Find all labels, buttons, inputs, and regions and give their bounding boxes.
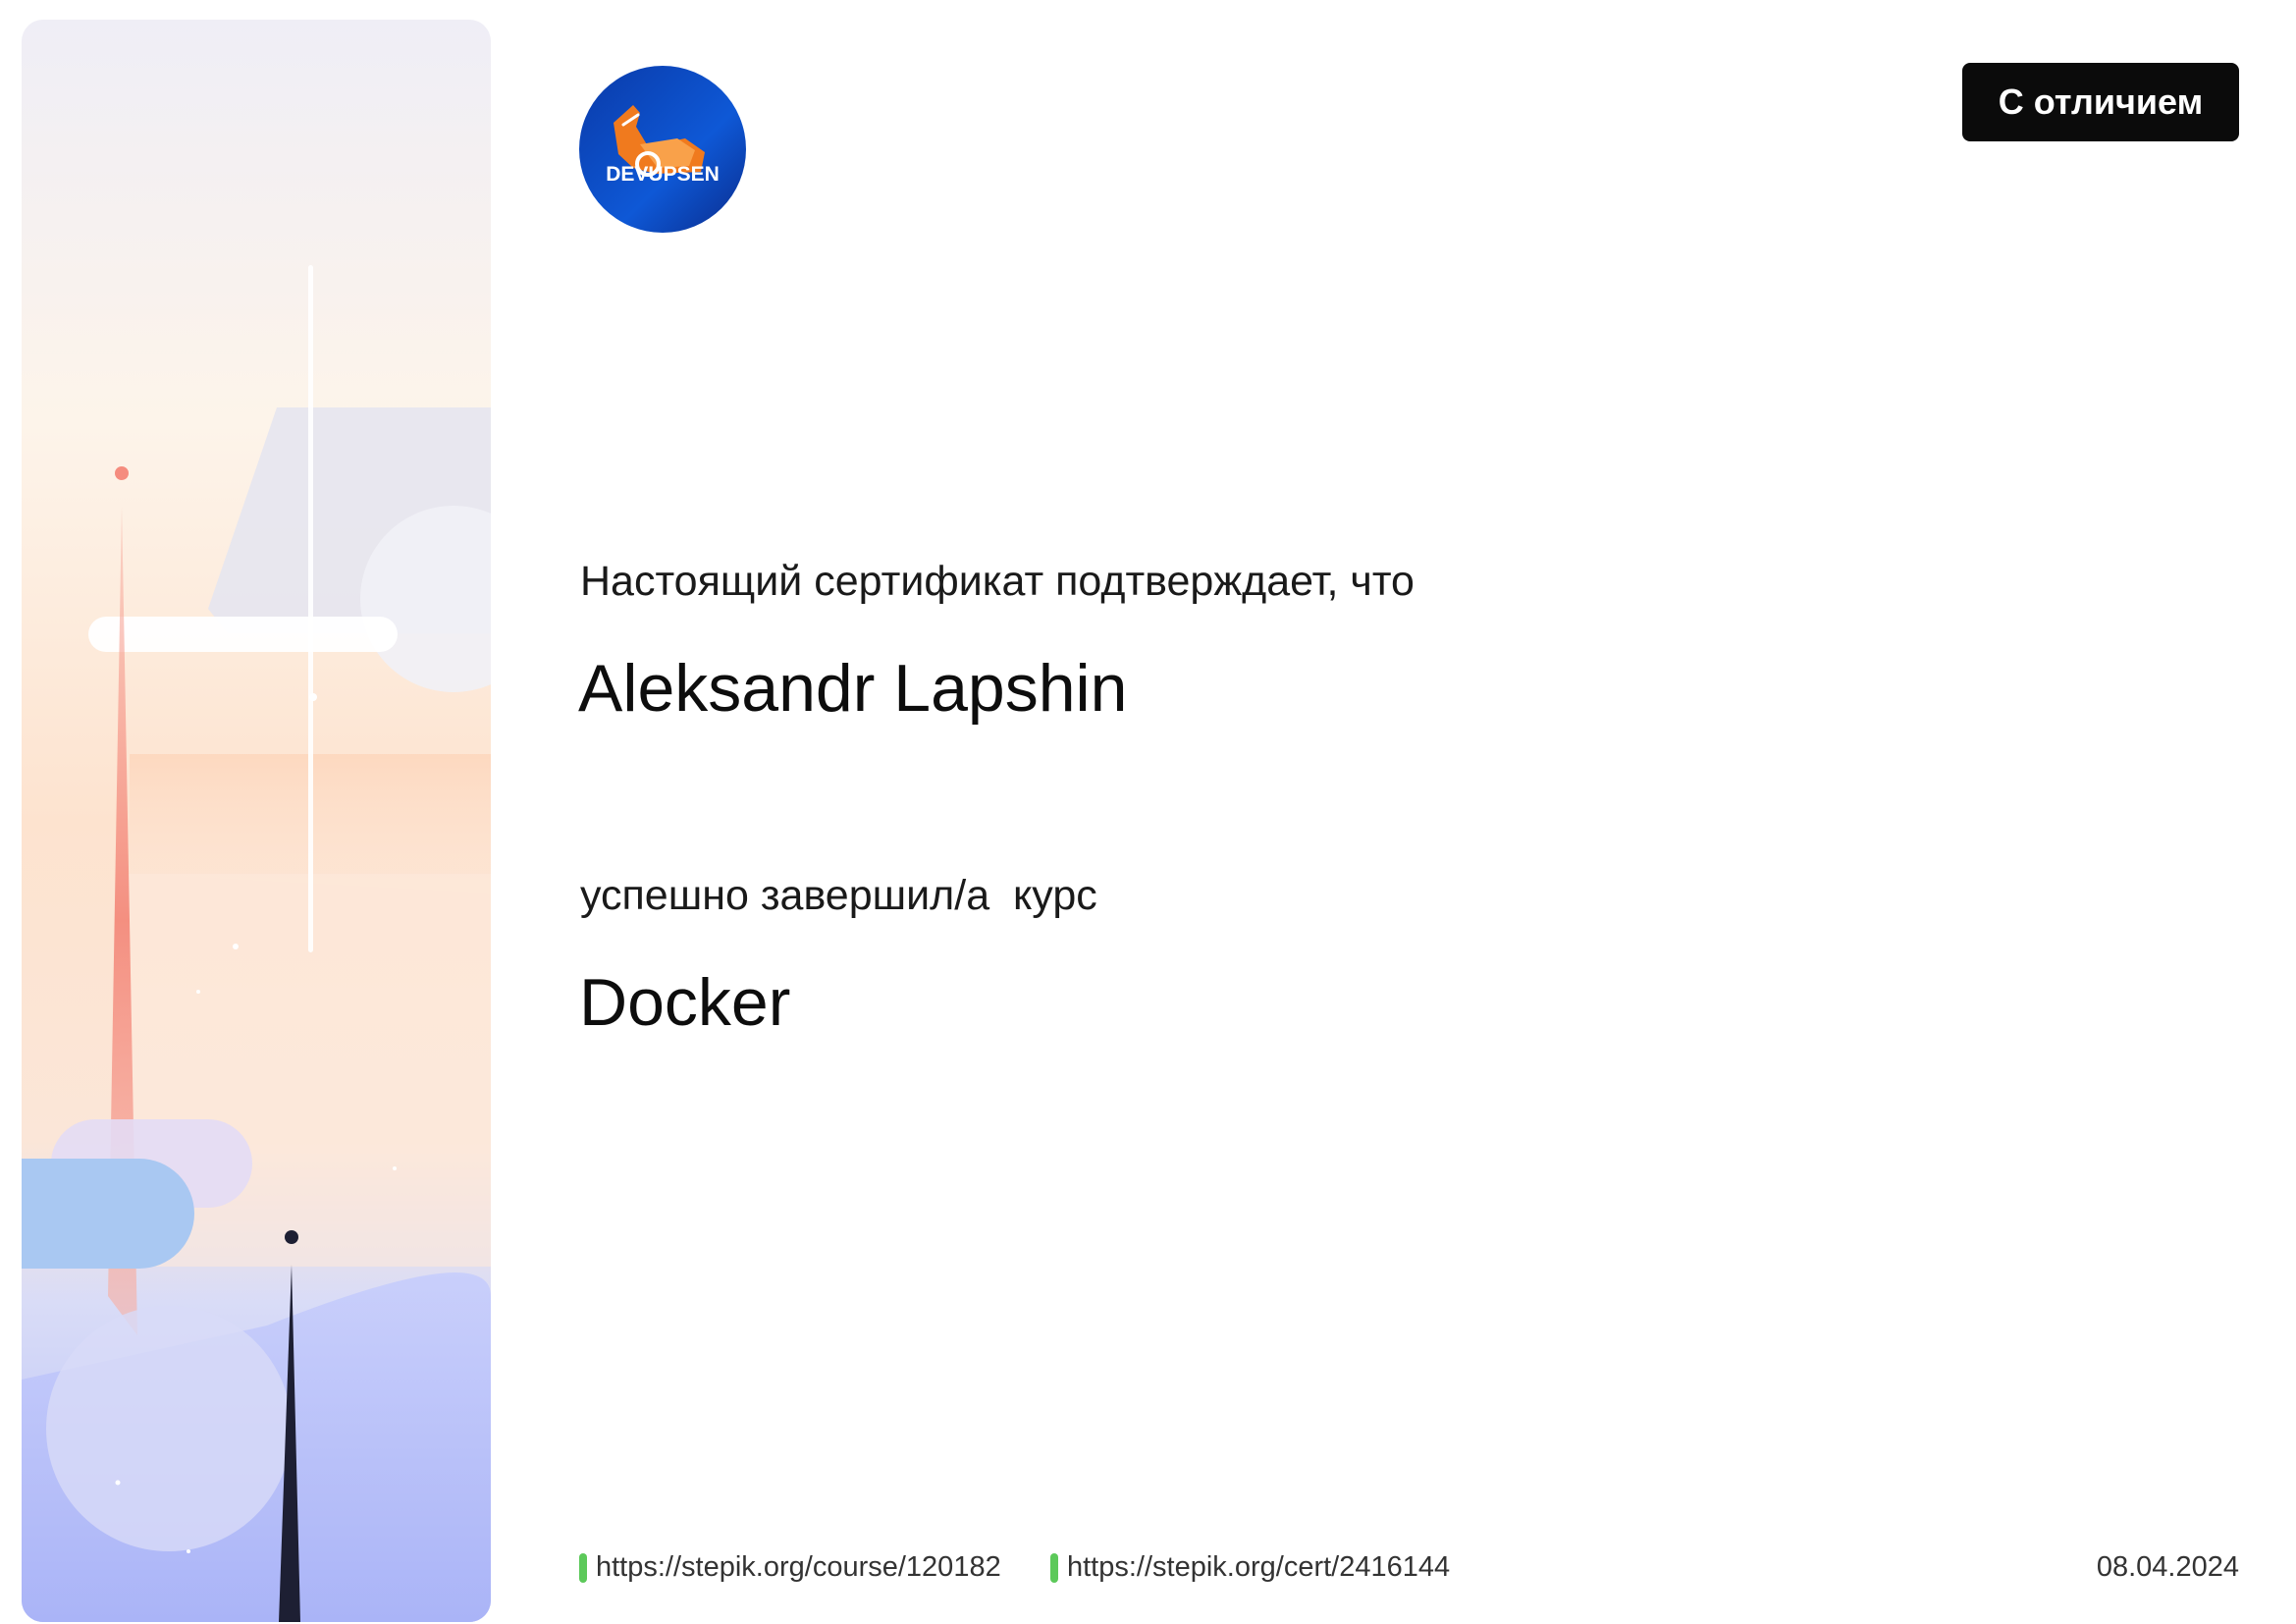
recipient-name: Aleksandr Lapshin [578, 651, 1128, 726]
distinction-badge: С отличием [1962, 63, 2239, 141]
link-marker [1050, 1552, 1058, 1583]
certificate-footer: https://stepik.org/course/120182 https:/… [579, 1551, 2239, 1591]
decorative-side-panel [22, 20, 491, 1622]
certificate-link-text[interactable]: https://stepik.org/cert/2416144 [1067, 1551, 1450, 1584]
completion-text: успешно завершил/а курс [580, 872, 1097, 919]
course-name: Docker [579, 965, 791, 1040]
certificate-statement: Настоящий сертификат подтверждает, что [580, 558, 1415, 605]
devupsen-logo: DEVUPSEN [579, 66, 746, 233]
certificate-link[interactable]: https://stepik.org/cert/2416144 [1050, 1551, 1450, 1584]
course-link-text[interactable]: https://stepik.org/course/120182 [596, 1551, 1001, 1584]
abstract-illustration [22, 20, 491, 1622]
logo-text: DEVUPSEN [606, 163, 720, 186]
issue-date: 08.04.2024 [2096, 1551, 2239, 1583]
link-marker [579, 1552, 587, 1583]
course-link[interactable]: https://stepik.org/course/120182 [579, 1551, 1001, 1584]
